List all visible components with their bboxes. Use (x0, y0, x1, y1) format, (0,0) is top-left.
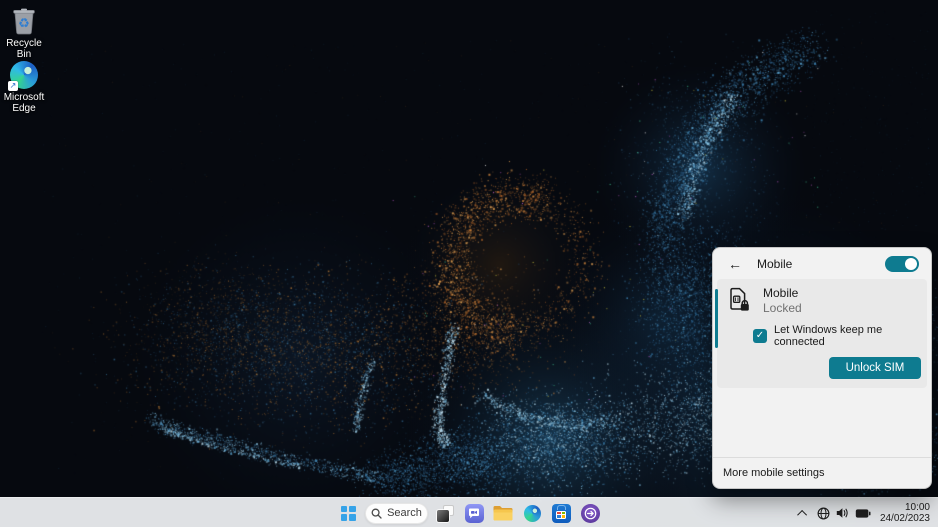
network-status: Locked (763, 301, 802, 315)
edge-icon: ↗ (9, 60, 39, 90)
clock-time: 10:00 (880, 502, 930, 514)
panel-header: ← Mobile (713, 248, 931, 278)
network-name: Mobile (763, 286, 802, 300)
desktop-icon-label: Recycle Bin (0, 38, 48, 60)
recycle-bin-icon: ♻ (9, 6, 39, 36)
toggle-knob (905, 258, 917, 270)
unlock-sim-button[interactable]: Unlock SIM (829, 357, 921, 379)
taskbar-app-circle-arrow[interactable] (578, 501, 602, 525)
panel-empty-area (713, 388, 931, 457)
panel-footer: More mobile settings (713, 457, 931, 488)
checkbox-label: Let Windows keep me connected (774, 324, 921, 348)
chevron-up-icon (797, 509, 807, 519)
tray-quick-settings[interactable] (812, 501, 876, 525)
battery-icon (855, 508, 871, 519)
speaker-icon (836, 507, 849, 519)
back-arrow-icon: ← (728, 256, 742, 272)
shortcut-arrow-badge: ↗ (8, 81, 18, 91)
search-box[interactable]: Search (365, 503, 428, 524)
panel-title: Mobile (757, 257, 792, 271)
windows-logo-icon (341, 506, 356, 521)
more-mobile-settings-link[interactable]: More mobile settings (723, 467, 825, 479)
chat-icon (465, 504, 484, 523)
desktop-icon-edge[interactable]: ↗ Microsoft Edge (0, 60, 48, 114)
sim-lock-icon (727, 287, 751, 313)
store-icon (552, 504, 571, 523)
start-button[interactable] (336, 501, 360, 525)
taskbar-app-task-view[interactable] (433, 501, 457, 525)
circle-arrow-icon (581, 504, 600, 523)
taskbar-app-file-explorer[interactable] (491, 501, 515, 525)
taskbar-app-edge[interactable] (520, 501, 544, 525)
desktop-icon-label: Microsoft Edge (0, 92, 48, 114)
clock-date: 24/02/2023 (880, 513, 930, 525)
mobile-network-card: Mobile Locked ✓ Let Windows keep me conn… (717, 279, 927, 388)
task-view-icon (437, 505, 454, 522)
folder-icon (493, 505, 513, 521)
checkbox[interactable]: ✓ (753, 329, 767, 343)
checkbox-check-icon: ✓ (756, 330, 764, 341)
tray-show-hidden-icons[interactable] (795, 501, 812, 525)
search-icon (371, 508, 382, 519)
taskbar-app-chat[interactable] (462, 501, 486, 525)
search-label: Search (387, 507, 422, 519)
selection-indicator (715, 289, 718, 348)
edge-icon (524, 505, 541, 522)
desktop-icon-recycle-bin[interactable]: ♻ Recycle Bin (0, 6, 48, 60)
network-row[interactable]: Mobile Locked (725, 286, 921, 315)
tray-clock[interactable]: 10:00 24/02/2023 (876, 502, 936, 525)
keep-connected-checkbox-row[interactable]: ✓ Let Windows keep me connected (753, 324, 921, 348)
taskbar-app-store[interactable] (549, 501, 573, 525)
back-button[interactable]: ← (725, 254, 745, 274)
mobile-flyout-panel: ← Mobile (712, 247, 932, 489)
desktop: ♻ Recycle Bin ↗ Microsoft Edge ← Mobile (0, 0, 938, 527)
globe-icon (817, 507, 830, 520)
mobile-toggle[interactable] (885, 256, 919, 272)
taskbar: Search (0, 497, 938, 527)
svg-text:♻: ♻ (18, 16, 30, 31)
